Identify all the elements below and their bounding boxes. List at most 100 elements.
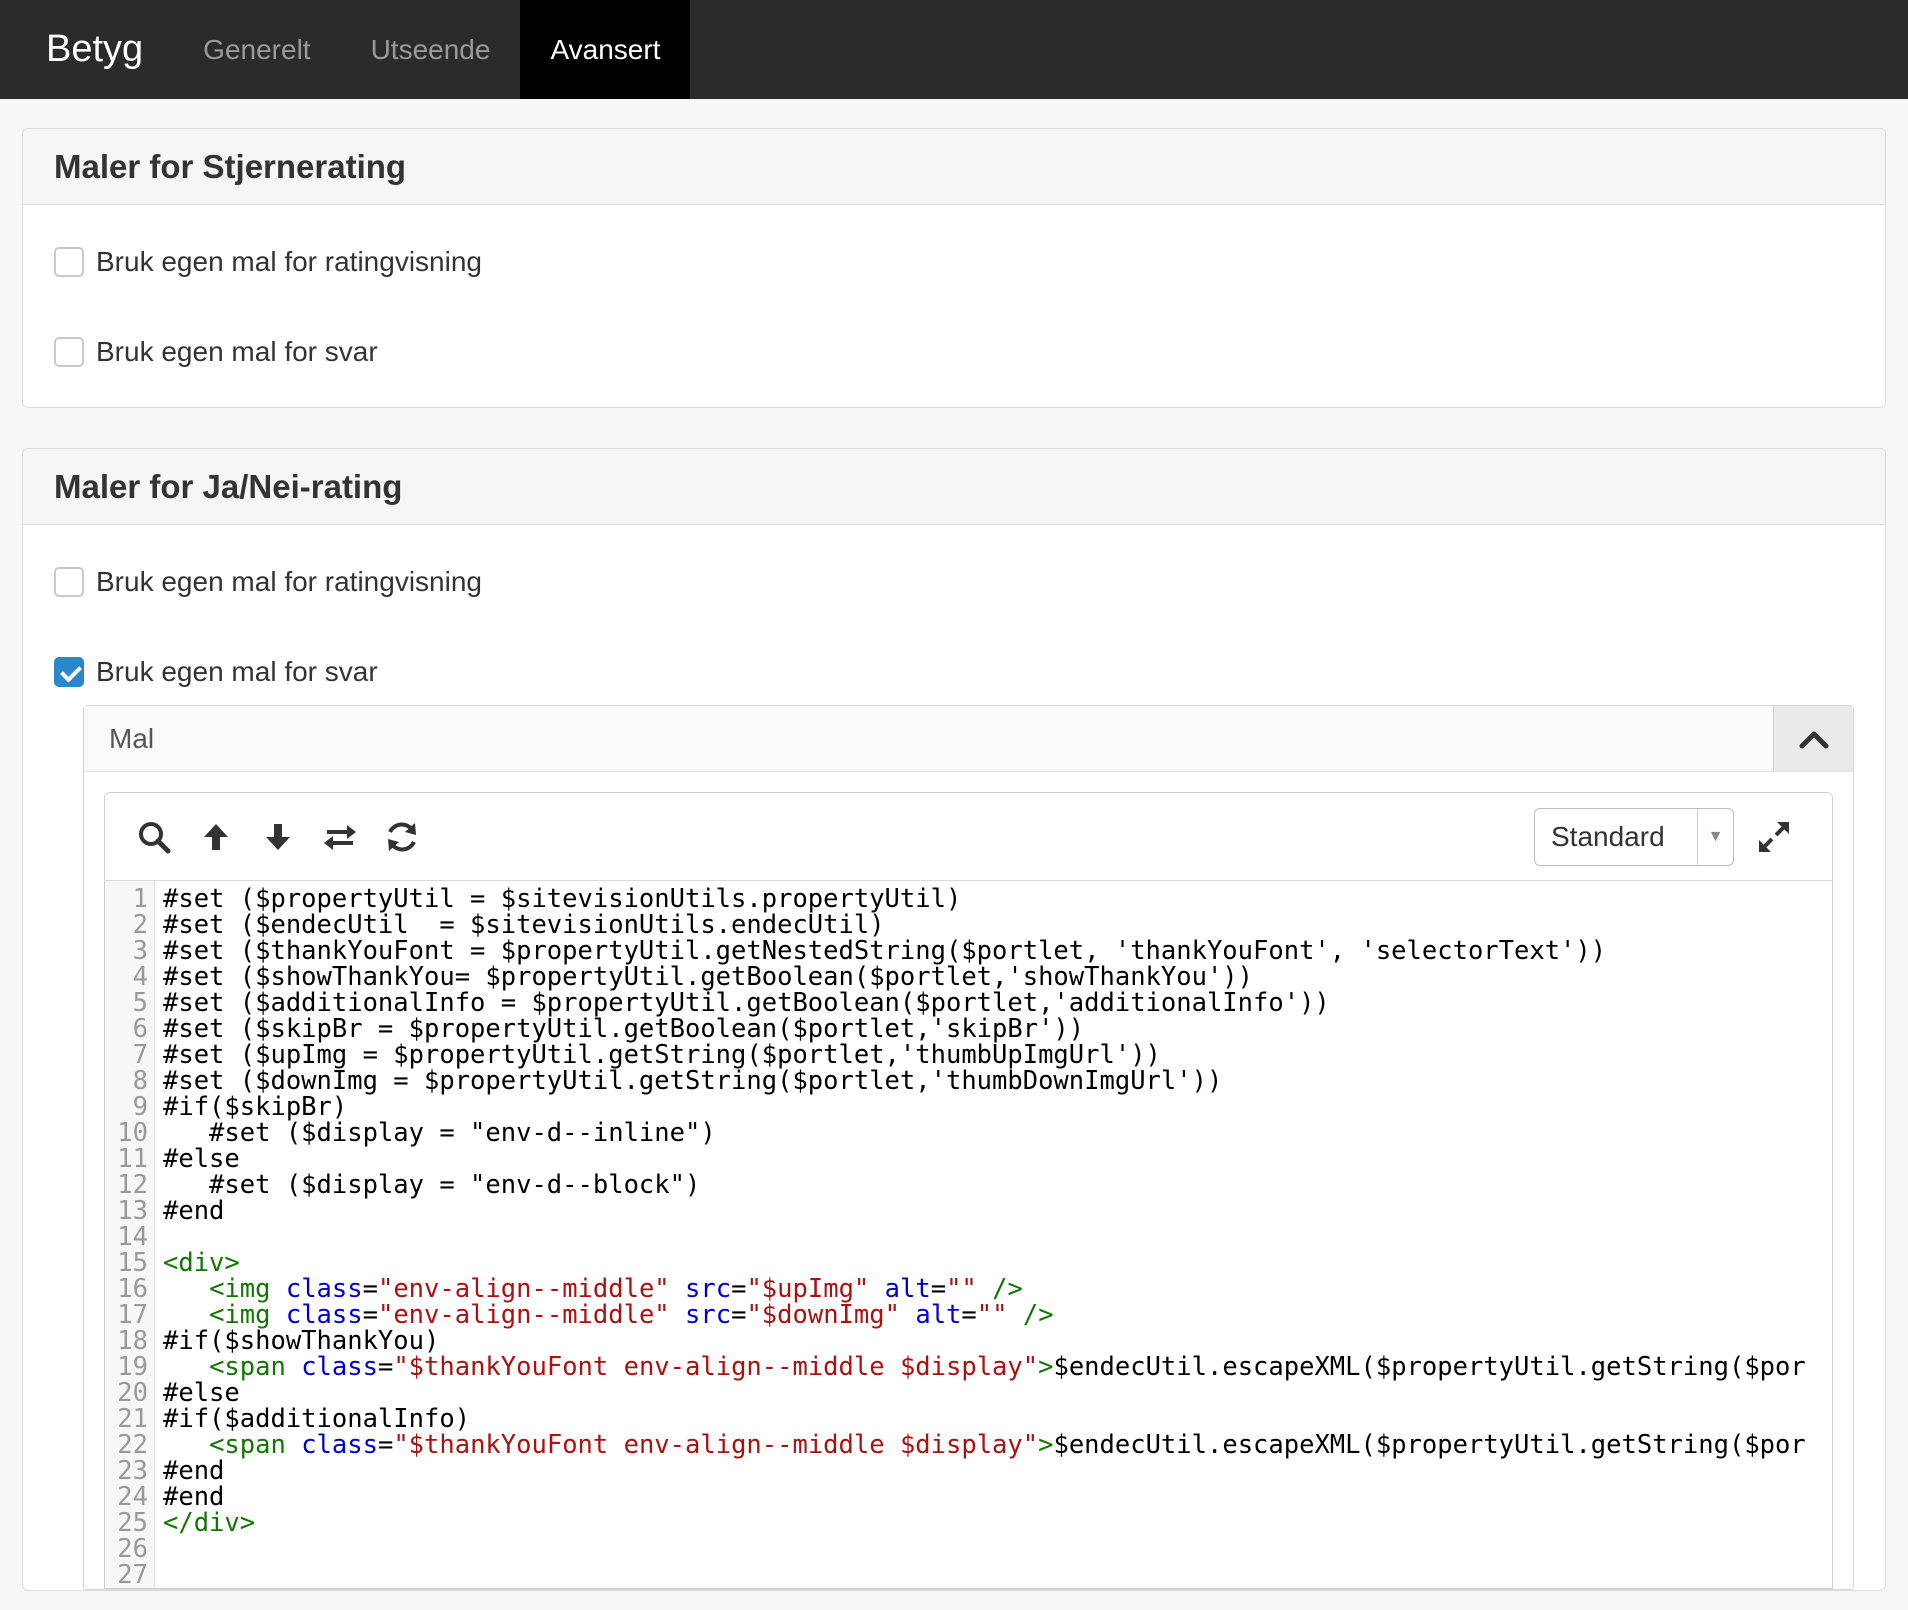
code-line[interactable]: <img class="env-align--middle" src="$upI… (163, 1276, 1832, 1302)
panel-star-rating-templates: Maler for Stjernerating Bruk egen mal fo… (22, 128, 1886, 408)
top-nav-bar: Betyg Generelt Utseende Avansert (0, 0, 1908, 99)
line-number: 26 (117, 1534, 148, 1564)
code-line[interactable]: #if($showThankYou) (163, 1328, 1832, 1354)
search-icon (139, 821, 171, 853)
code-line[interactable]: <span class="$thankYouFont env-align--mi… (163, 1432, 1832, 1458)
collapse-toggle-button[interactable] (1773, 706, 1853, 771)
code-line[interactable] (163, 1562, 1832, 1588)
code-line[interactable] (163, 1536, 1832, 1562)
code-line[interactable]: <div> (163, 1250, 1832, 1276)
line-number: 9 (132, 1092, 148, 1122)
line-number: 8 (132, 1066, 148, 1096)
line-number: 2 (132, 910, 148, 940)
option-custom-response[interactable]: Bruk egen mal for svar (54, 647, 1854, 697)
checkbox-label[interactable]: Bruk egen mal for ratingvisning (96, 246, 482, 278)
line-number: 19 (117, 1352, 148, 1382)
line-number: 21 (117, 1404, 148, 1434)
line-number: 5 (132, 988, 148, 1018)
line-number: 27 (117, 1560, 148, 1589)
line-number: 1 (132, 884, 148, 914)
code-editor: Standard ▼ 1 2 3 4 5 6 7 8 9 10 11 12 13… (104, 792, 1833, 1589)
code-line[interactable]: #end (163, 1198, 1832, 1224)
line-number: 4 (132, 962, 148, 992)
option-custom-response[interactable]: Bruk egen mal for svar (54, 327, 1854, 377)
template-section: Mal Standard ▼ 1 2 3 4 5 6 7 8 9 10 11 1… (83, 705, 1854, 1590)
code-text[interactable]: #set ($propertyUtil = $sitevisionUtils.p… (155, 881, 1832, 1588)
fullscreen-button[interactable] (1734, 820, 1814, 854)
code-line[interactable]: #end (163, 1458, 1832, 1484)
line-number: 7 (132, 1040, 148, 1070)
line-number: 10 (117, 1118, 148, 1148)
panel-title: Maler for Ja/Nei-rating (23, 449, 1885, 525)
code-content[interactable]: 1 2 3 4 5 6 7 8 9 10 11 12 13 14 15 16 17 18 19 20 21 22 23 24 2… (105, 881, 1832, 1588)
code-line[interactable]: #set ($propertyUtil = $sitevisionUtils.p… (163, 886, 1832, 912)
code-line[interactable]: #set ($display = "env-d--block") (163, 1172, 1832, 1198)
line-number: 25 (117, 1508, 148, 1538)
line-number: 20 (117, 1378, 148, 1408)
line-number: 14 (117, 1222, 148, 1252)
chevron-up-icon (1799, 731, 1828, 748)
line-number: 11 (117, 1144, 148, 1174)
checkbox-label[interactable]: Bruk egen mal for svar (96, 656, 378, 688)
next-match-button[interactable] (247, 817, 309, 857)
line-number: 17 (117, 1300, 148, 1330)
line-number: 23 (117, 1456, 148, 1486)
editor-toolbar: Standard ▼ (105, 793, 1832, 881)
code-line[interactable]: #set ($additionalInfo = $propertyUtil.ge… (163, 990, 1832, 1016)
code-line[interactable]: #if($skipBr) (163, 1094, 1832, 1120)
checkbox[interactable] (54, 567, 84, 597)
tab-avansert[interactable]: Avansert (520, 0, 691, 99)
search-button[interactable] (123, 817, 185, 857)
option-custom-rating-display[interactable]: Bruk egen mal for ratingvisning (54, 557, 1854, 607)
code-line[interactable]: #set ($showThankYou= $propertyUtil.getBo… (163, 964, 1832, 990)
swap-icon (324, 824, 356, 850)
mode-select-value: Standard (1551, 820, 1665, 852)
tab-generelt[interactable]: Generelt (173, 0, 340, 99)
checkbox[interactable] (54, 337, 84, 367)
option-custom-rating-display[interactable]: Bruk egen mal for ratingvisning (54, 237, 1854, 287)
refresh-icon (388, 822, 416, 851)
tab-utseende[interactable]: Utseende (341, 0, 521, 99)
previous-match-button[interactable] (185, 817, 247, 857)
panel-yes-no-rating-templates: Maler for Ja/Nei-rating Bruk egen mal fo… (22, 448, 1886, 1591)
template-section-header[interactable]: Mal (84, 706, 1853, 772)
checkbox-checked[interactable] (54, 657, 84, 687)
code-line[interactable]: #set ($skipBr = $propertyUtil.getBoolean… (163, 1016, 1832, 1042)
arrow-up-icon (204, 823, 228, 850)
code-line[interactable]: #set ($downImg = $propertyUtil.getString… (163, 1068, 1832, 1094)
code-line[interactable] (163, 1224, 1832, 1250)
main-content: Maler for Stjernerating Bruk egen mal fo… (0, 99, 1908, 1591)
code-line[interactable]: #set ($thankYouFont = $propertyUtil.getN… (163, 938, 1832, 964)
line-number: 3 (132, 936, 148, 966)
line-number-gutter: 1 2 3 4 5 6 7 8 9 10 11 12 13 14 15 16 17 18 19 20 21 22 23 24 2… (105, 881, 155, 1588)
checkbox-label[interactable]: Bruk egen mal for svar (96, 336, 378, 368)
expand-icon (1759, 821, 1789, 852)
template-section-title: Mal (109, 722, 155, 754)
code-line[interactable]: #end (163, 1484, 1832, 1510)
line-number: 16 (117, 1274, 148, 1304)
line-number: 18 (117, 1326, 148, 1356)
code-line[interactable]: </div> (163, 1510, 1832, 1536)
code-line[interactable]: <img class="env-align--middle" src="$dow… (163, 1302, 1832, 1328)
mode-select[interactable]: Standard ▼ (1534, 807, 1734, 866)
line-number: 12 (117, 1170, 148, 1200)
line-number: 15 (117, 1248, 148, 1278)
code-line[interactable]: #set ($endecUtil = $sitevisionUtils.ende… (163, 912, 1832, 938)
code-line[interactable]: #set ($upImg = $propertyUtil.getString($… (163, 1042, 1832, 1068)
replace-button[interactable] (309, 817, 371, 857)
code-line[interactable]: #else (163, 1380, 1832, 1406)
line-number: 24 (117, 1482, 148, 1512)
code-line[interactable]: #else (163, 1146, 1832, 1172)
code-line[interactable]: <span class="$thankYouFont env-align--mi… (163, 1354, 1832, 1380)
code-line[interactable]: #set ($display = "env-d--inline") (163, 1120, 1832, 1146)
checkbox-label[interactable]: Bruk egen mal for ratingvisning (96, 566, 482, 598)
line-number: 13 (117, 1196, 148, 1226)
app-title: Betyg (46, 28, 144, 70)
code-line[interactable]: #if($additionalInfo) (163, 1406, 1832, 1432)
checkbox[interactable] (54, 247, 84, 277)
chevron-down-icon: ▼ (1697, 808, 1733, 865)
arrow-down-icon (266, 823, 290, 850)
panel-title: Maler for Stjernerating (23, 129, 1885, 205)
line-number: 6 (132, 1014, 148, 1044)
reload-button[interactable] (371, 817, 433, 857)
